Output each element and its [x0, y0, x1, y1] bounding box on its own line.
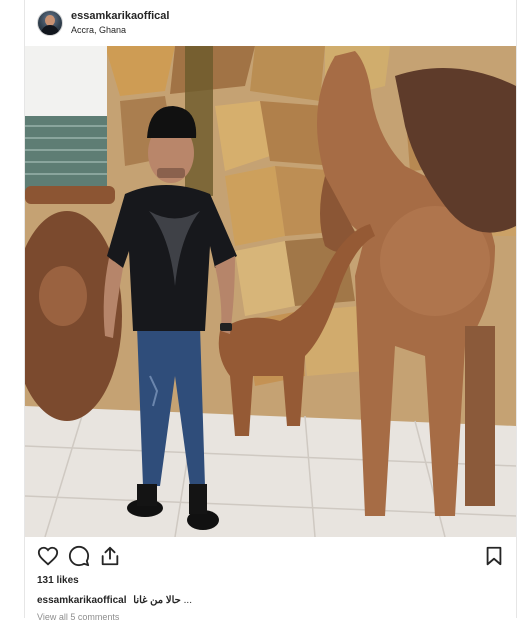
avatar-body	[41, 25, 59, 35]
caption-username[interactable]: essamkarikaoffical	[37, 595, 127, 606]
post-photo[interactable]	[25, 46, 516, 537]
post-username[interactable]: essamkarikaoffical	[71, 10, 169, 22]
sculpture-top	[25, 186, 115, 204]
post-header: essamkarikaoffical Accra, Ghana	[25, 0, 516, 46]
sculpture-cheek	[39, 266, 87, 326]
bookmark-icon[interactable]	[483, 545, 505, 567]
action-bar	[25, 545, 516, 571]
share-upload-icon[interactable]	[99, 545, 121, 567]
photo-illustration	[25, 46, 516, 537]
avatar[interactable]	[37, 10, 63, 36]
view-comments-link[interactable]: View all 5 comments	[37, 612, 119, 622]
post-location[interactable]: Accra, Ghana	[71, 25, 126, 35]
post-caption: essamkarikaoffical حالا من غانا ...	[37, 595, 192, 606]
instagram-post: essamkarikaoffical Accra, Ghana 131 like…	[24, 0, 517, 622]
heart-icon[interactable]	[37, 545, 59, 567]
caption-text: حالا من غانا	[133, 595, 181, 606]
comment-bubble-icon[interactable]	[68, 545, 90, 567]
likes-count[interactable]: 131 likes	[37, 575, 79, 586]
window-blinds	[25, 116, 107, 191]
caption-more[interactable]: ...	[184, 595, 192, 606]
